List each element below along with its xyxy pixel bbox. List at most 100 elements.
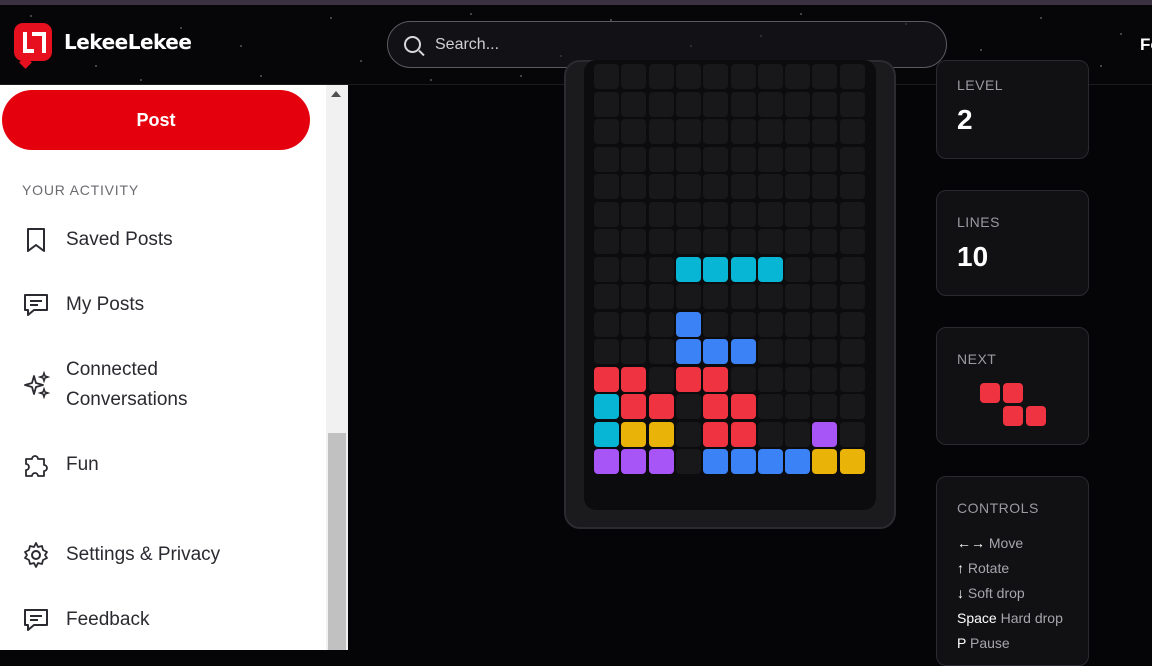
gear-icon (22, 541, 50, 569)
board-cell-empty (703, 201, 729, 227)
board-cell-empty (785, 339, 811, 364)
board-cell-empty (703, 91, 729, 117)
board-cell-empty (839, 64, 865, 89)
star (430, 79, 432, 81)
board-cell-empty (839, 339, 865, 364)
scroll-up-arrow-icon[interactable] (331, 91, 341, 97)
controls-label: CONTROLS (957, 500, 1039, 516)
sidebar-item-connected-conversations[interactable]: Connected Conversations (22, 355, 266, 415)
board-cell-empty (648, 229, 674, 254)
board-cell-empty (594, 229, 619, 254)
board-cell-empty (812, 394, 838, 419)
board-cell-empty (594, 339, 619, 364)
tetris-board[interactable] (584, 60, 876, 510)
board-cell-empty (621, 339, 647, 364)
board-cell-empty (648, 119, 674, 144)
sidebar-item-feedback[interactable]: Feedback (22, 605, 266, 635)
board-cell-empty (703, 229, 729, 254)
board-cell-empty (812, 339, 838, 364)
board-cell-empty (839, 394, 865, 419)
board-cell-empty (675, 449, 701, 474)
sidebar-item-saved-posts[interactable]: Saved Posts (22, 225, 266, 255)
board-cell-filled (594, 421, 619, 447)
board-cell-empty (785, 256, 811, 282)
board-cell-empty (839, 284, 865, 309)
board-cell-filled (621, 421, 647, 447)
board-cell-empty (648, 339, 674, 364)
board-cell-empty (594, 256, 619, 282)
level-panel: LEVEL 2 (936, 60, 1089, 159)
board-cell-filled (675, 339, 701, 364)
board-cell-empty (703, 146, 729, 172)
board-cell-empty (730, 201, 756, 227)
board-cell-empty (648, 366, 674, 392)
board-cell-empty (648, 284, 674, 309)
next-piece-block (1026, 406, 1046, 426)
board-cell-empty (812, 146, 838, 172)
board-cell-empty (730, 366, 756, 392)
board-cell-empty (839, 256, 865, 282)
board-cell-empty (839, 91, 865, 117)
board-cell-filled (730, 421, 756, 447)
star (470, 13, 472, 15)
control-pause: P Pause (957, 635, 1010, 651)
board-cell-filled (730, 394, 756, 419)
board-cell-empty (757, 229, 783, 254)
board-cell-empty (730, 64, 756, 89)
board-cell-empty (785, 421, 811, 447)
board-cell-empty (730, 229, 756, 254)
board-cell-filled (730, 449, 756, 474)
search-input[interactable] (435, 35, 915, 54)
board-cell-empty (757, 201, 783, 227)
feedback-icon (22, 606, 50, 634)
board-cell-empty (730, 146, 756, 172)
sidebar-item-my-posts[interactable]: My Posts (22, 290, 266, 320)
board-cell-empty (594, 91, 619, 117)
post-button[interactable]: Post (2, 90, 310, 150)
sparkle-icon (22, 371, 50, 399)
board-cell-filled (703, 449, 729, 474)
board-cell-empty (757, 64, 783, 89)
board-cell-filled (648, 421, 674, 447)
board-cell-empty (621, 64, 647, 89)
board-cell-empty (757, 339, 783, 364)
board-cell-empty (675, 201, 701, 227)
sidebar-item-settings-privacy[interactable]: Settings & Privacy (22, 540, 266, 570)
level-label: LEVEL (957, 77, 1004, 93)
brand-logo[interactable]: LekeeLekee (14, 23, 192, 69)
lines-value: 10 (957, 241, 989, 272)
sidebar-item-fun[interactable]: Fun (22, 450, 266, 480)
board-cell-filled (757, 449, 783, 474)
board-cell-empty (648, 91, 674, 117)
board-cell-empty (812, 256, 838, 282)
board-cell-empty (648, 201, 674, 227)
board-cell-empty (675, 174, 701, 199)
board-cell-empty (812, 366, 838, 392)
board-cell-empty (703, 119, 729, 144)
star (140, 79, 142, 81)
board-cell-filled (675, 256, 701, 282)
board-cell-empty (594, 64, 619, 89)
scrollbar-thumb[interactable] (328, 433, 346, 650)
star (30, 15, 32, 17)
sidebar-item-label: Feedback (66, 609, 150, 630)
board-cell-empty (594, 311, 619, 337)
board-cell-filled (757, 256, 783, 282)
section-label-your-activity: YOUR ACTIVITY (22, 182, 139, 198)
board-cell-empty (785, 64, 811, 89)
control-rotate: ↑ Rotate (957, 560, 1010, 576)
header-nav-link[interactable]: Fo (1140, 35, 1152, 55)
sidebar-item-label: Fun (66, 454, 99, 475)
lines-label: LINES (957, 214, 1000, 230)
board-cell-empty (785, 284, 811, 309)
board-cell-empty (812, 174, 838, 199)
board-cell-empty (812, 284, 838, 309)
board-cell-empty (703, 174, 729, 199)
board-cell-empty (594, 119, 619, 144)
board-cell-empty (675, 119, 701, 144)
board-cell-empty (730, 284, 756, 309)
board-cell-empty (812, 311, 838, 337)
board-cell-empty (675, 91, 701, 117)
star (240, 45, 242, 47)
board-cell-empty (757, 174, 783, 199)
